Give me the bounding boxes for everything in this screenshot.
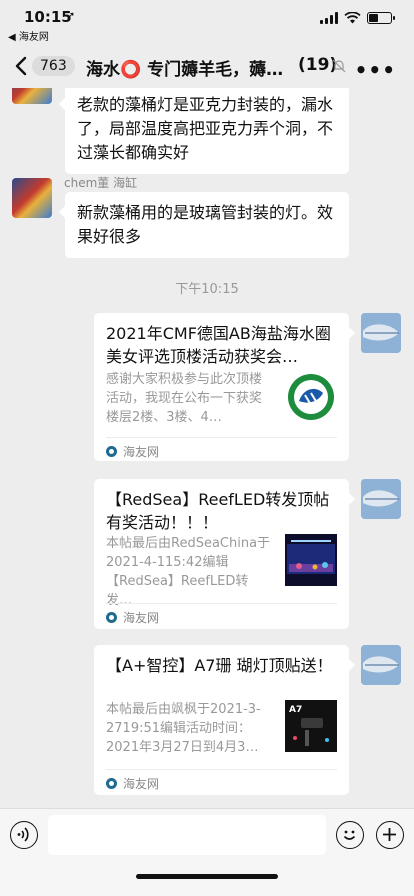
card-source-label: 海友网 — [123, 777, 160, 791]
thumbnail-label: A7 — [289, 705, 302, 715]
fish-avatar-icon — [361, 479, 401, 519]
card-source: 海友网 — [106, 443, 159, 460]
source-logo-icon — [106, 446, 117, 457]
card-source: 海友网 — [106, 775, 159, 792]
mute-bell-icon — [332, 59, 346, 73]
fish-avatar-icon — [361, 313, 401, 353]
my-avatar[interactable] — [361, 479, 401, 519]
message-input-bar — [0, 808, 414, 896]
wifi-icon — [344, 12, 361, 24]
source-logo-icon — [106, 778, 117, 789]
card-title: 2021年CMF德国AB海盐海水圈美女评选顶楼活动获奖会… — [106, 324, 331, 366]
voice-wave-icon — [17, 827, 29, 842]
card-divider — [106, 769, 337, 770]
card-divider — [106, 603, 337, 604]
link-card[interactable]: 【RedSea】ReefLED转发顶帖有奖活动！！！ 本帖最后由RedSeaCh… — [94, 479, 355, 629]
source-logo-icon — [106, 612, 117, 623]
status-bar: 10:15 ➚ ◀ 海友网 — [0, 0, 414, 44]
card-source: 海友网 — [106, 609, 159, 626]
emoji-button[interactable] — [336, 821, 364, 849]
message-text: 新款藻桶用的是玻璃管封装的灯。效果好很多 — [77, 203, 334, 246]
battery-icon — [367, 12, 395, 24]
card-description: 感谢大家积极参与此次顶楼活动，我现在公布一下获奖楼层2楼、3楼、4… — [106, 372, 263, 425]
cellular-signal-icon — [320, 12, 338, 24]
message-bubble[interactable]: 新款藻桶用的是玻璃管封装的灯。效果好很多 — [59, 192, 349, 258]
my-avatar[interactable] — [361, 645, 401, 685]
card-thumbnail-lamp-icon: A7 — [285, 700, 337, 752]
more-options-icon[interactable]: ••• — [355, 58, 396, 82]
card-thumbnail-aquarium-icon — [285, 534, 337, 586]
card-title: 【A+智控】A7珊 瑚灯顶贴送！ — [106, 656, 333, 675]
sender-avatar[interactable] — [12, 178, 52, 218]
chat-header: 763 海水⭕ 专门薅羊毛，薅… (19) ••• — [0, 44, 414, 88]
status-icons — [320, 12, 395, 24]
sender-name: chem董 海缸 — [64, 176, 138, 190]
link-card[interactable]: 2021年CMF德国AB海盐海水圈美女评选顶楼活动获奖会… 感谢大家积极参与此次… — [94, 313, 355, 461]
card-title: 【RedSea】ReefLED转发顶帖有奖活动！！！ — [106, 490, 330, 532]
link-card[interactable]: 【A+智控】A7珊 瑚灯顶贴送！ 本帖最后由飒枫于2021-3-2719:51编… — [94, 645, 355, 795]
more-actions-button[interactable] — [376, 821, 404, 849]
card-description: 本帖最后由飒枫于2021-3-2719:51编辑活动时间：2021年3月27日到… — [106, 702, 261, 755]
home-indicator — [136, 874, 278, 879]
status-time: 10:15 — [24, 8, 72, 26]
unread-count-badge[interactable]: 763 — [32, 56, 75, 76]
sender-avatar[interactable] — [12, 88, 52, 104]
card-source-label: 海友网 — [123, 611, 160, 625]
fish-avatar-icon — [361, 645, 401, 685]
chat-message-list[interactable]: 老款的藻桶灯是亚克力封装的，漏水了，局部温度高把亚克力弄个洞，不过藻长都确实好 … — [0, 88, 414, 808]
card-thumbnail-logo-icon — [288, 374, 334, 420]
plus-icon — [383, 828, 396, 841]
card-source-label: 海友网 — [123, 445, 160, 459]
chat-title: 海水⭕ 专门薅羊毛，薅… — [86, 60, 284, 80]
card-description: 本帖最后由RedSeaChina于2021-4-115:42编辑【RedSea】… — [106, 536, 271, 608]
message-timestamp: 下午10:15 — [175, 282, 239, 297]
back-chevron-icon[interactable] — [12, 54, 32, 78]
message-text-input[interactable] — [48, 815, 326, 855]
smiley-icon — [343, 830, 356, 840]
card-divider — [106, 437, 337, 438]
message-text: 老款的藻桶灯是亚克力封装的，漏水了，局部温度高把亚克力弄个洞，不过藻长都确实好 — [77, 95, 334, 162]
voice-input-button[interactable] — [10, 821, 38, 849]
location-arrow-icon: ➚ — [66, 9, 76, 22]
back-to-app-link[interactable]: ◀ 海友网 — [8, 28, 49, 43]
message-bubble[interactable]: 老款的藻桶灯是亚克力封装的，漏水了，局部温度高把亚克力弄个洞，不过藻长都确实好 — [59, 88, 349, 174]
my-avatar[interactable] — [361, 313, 401, 353]
